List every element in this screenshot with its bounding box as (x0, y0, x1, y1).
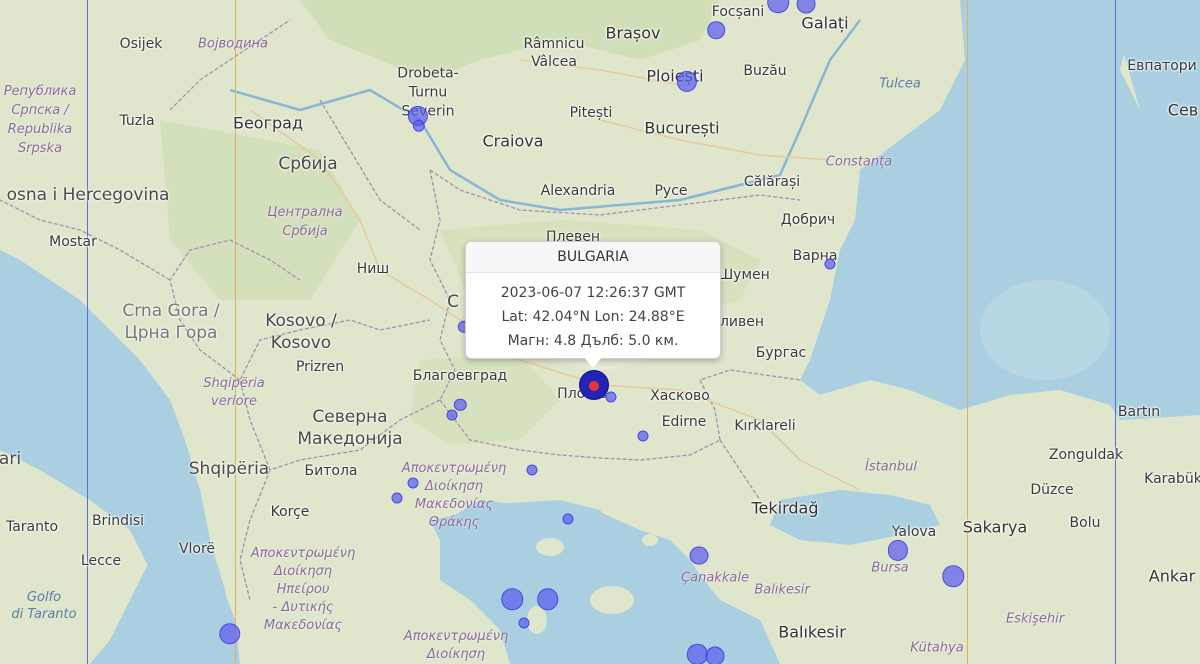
city-label: Sakarya (962, 517, 1028, 537)
city-label: Edirne (661, 414, 707, 430)
popup-datetime: 2023-06-07 12:26:37 GMT (500, 285, 686, 301)
city-label: Бургас (755, 345, 807, 361)
city-label: Galați (801, 13, 849, 33)
earthquake-marker[interactable] (219, 622, 241, 645)
city-label: Битола (304, 463, 358, 479)
city-label: Шумен (718, 267, 770, 283)
country-label: osna i Hercegovina (6, 185, 170, 205)
city-label: Osijek (119, 36, 163, 52)
country-label: С (447, 292, 459, 312)
city-label: Pitești (569, 105, 613, 121)
region-label: Eskişehir (1005, 611, 1065, 627)
city-label: Zonguldak (1048, 447, 1124, 463)
city-label: Tuzla (119, 113, 155, 129)
city-label: Brașov (605, 23, 661, 43)
city-label: Добрич (780, 212, 836, 228)
city-label: Kırklareli (734, 418, 796, 434)
city-label: Vlorë (178, 541, 216, 557)
city-label: Ankar (1148, 566, 1196, 586)
country-label: Србија (278, 154, 338, 174)
city-label: București (644, 118, 720, 138)
country-label: Северна Македонија (297, 407, 403, 449)
region-label: Αποκεντρωμένη Διοίκηση Ηπείρου - Δυτικής… (250, 546, 356, 633)
country-label: ari (0, 449, 22, 469)
earthquake-marker[interactable] (501, 588, 523, 610)
city-label: Düzce (1030, 482, 1074, 498)
region-label: Shqipëria veriore (203, 376, 265, 409)
popup-coordinates: Lat: 42.04°N Lon: 24.88°E (501, 309, 685, 325)
region-label: Bursa (871, 560, 909, 576)
earthquake-popup[interactable]: BULGARIA 2023-06-07 12:26:37 GMT Lat: 42… (465, 241, 721, 359)
region-label: Република Српска / Republika Srpska (3, 84, 77, 156)
city-label: Евпатори (1127, 58, 1197, 74)
earthquake-marker[interactable] (637, 430, 649, 442)
city-label: Craiova (482, 131, 544, 151)
region-label: Αποκεντρωμένη Διοίκηση (403, 629, 509, 662)
city-label: Prizren (295, 359, 345, 375)
popup-magnitude-depth: Магн: 4.8 Дълб: 5.0 км. (507, 333, 679, 349)
city-label: Сев (1167, 100, 1199, 120)
earthquake-marker[interactable] (942, 565, 965, 588)
earthquake-marker[interactable] (689, 546, 709, 565)
city-label: Karabük (1144, 471, 1200, 487)
country-label: Kosovo / Kosovo (265, 311, 337, 353)
region-label: Централна Србија (267, 205, 343, 239)
popup-tail (583, 356, 603, 368)
earthquake-marker[interactable] (446, 409, 458, 421)
city-label: Русе (654, 183, 688, 199)
city-label: Buzău (743, 63, 787, 79)
city-label: Bartın (1117, 404, 1161, 420)
region-label: Kütahya (910, 640, 964, 656)
country-label: Crna Gora / Црна Гора (122, 301, 220, 343)
sea-label: Golfo di Taranto (11, 590, 77, 622)
region-label: Αποκεντρωμένη Διοίκηση Μακεδονίας Θράκης (401, 461, 507, 530)
grid-line-blue (1115, 0, 1116, 664)
earthquake-marker[interactable] (687, 644, 708, 664)
earthquake-marker[interactable] (605, 391, 617, 403)
map-view[interactable]: Osijek Војводина Република Српска / Repu… (0, 0, 1200, 664)
popup-title: BULGARIA (466, 242, 720, 273)
earthquake-marker[interactable] (707, 21, 726, 40)
grid-line-orange (235, 0, 236, 664)
city-label: Focșani (711, 4, 765, 20)
region-label: Tulcea (879, 76, 921, 92)
watermark-logo (980, 280, 1110, 380)
city-label: Călărași (743, 174, 801, 190)
earthquake-marker[interactable] (526, 464, 538, 476)
city-label: Râmnicu Vâlcea (523, 36, 585, 70)
city-label: Bolu (1069, 515, 1101, 531)
city-label: Београд (232, 113, 304, 133)
city-label: ливен (719, 314, 765, 330)
earthquake-marker[interactable] (391, 492, 403, 504)
earthquake-marker[interactable] (518, 617, 530, 629)
city-label: Brindisi (91, 513, 145, 529)
region-label: İstanbul (864, 459, 918, 475)
region-label: Çanakkale (681, 570, 749, 586)
city-label: Korçe (270, 504, 310, 520)
country-label: Shqipëria (188, 459, 270, 479)
epicenter-dot (589, 381, 599, 391)
city-label: Tekirdağ (751, 498, 819, 518)
earthquake-marker[interactable] (407, 477, 419, 489)
earthquake-marker[interactable] (537, 588, 559, 610)
grid-line-orange (967, 0, 968, 664)
city-label: Balıkesir (778, 622, 846, 642)
city-label: Lecce (80, 553, 122, 569)
region-label: Војводина (197, 36, 269, 52)
city-label: Благоевград (412, 368, 508, 384)
city-label: Yalova (891, 524, 937, 540)
city-label: Alexandria (540, 183, 616, 199)
region-label: Constanța (825, 154, 893, 170)
region-label: Balıkesir (754, 582, 810, 598)
city-label: Ниш (356, 261, 390, 277)
city-label: Хасково (650, 388, 710, 404)
earthquake-marker[interactable] (705, 646, 725, 664)
city-label: Mostar (49, 234, 97, 250)
city-label: Taranto (5, 519, 59, 535)
